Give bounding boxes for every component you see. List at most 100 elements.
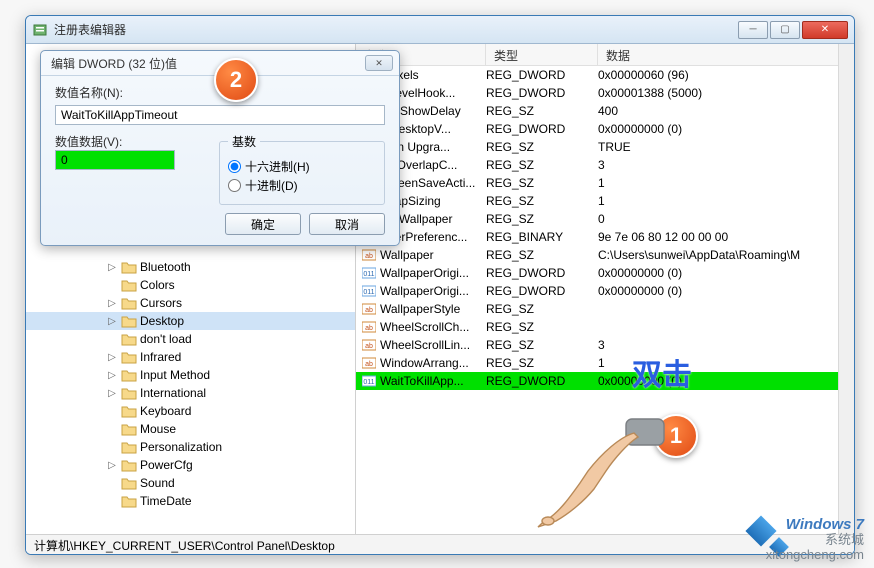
svg-text:ab: ab <box>365 253 373 260</box>
value-data: 0x00001388 (5000) <box>598 86 854 100</box>
titlebar: 注册表编辑器 ─ ▢ ✕ <box>26 16 854 44</box>
tree-item[interactable]: ▷Infrared <box>26 348 355 366</box>
tree-item[interactable]: Keyboard <box>26 402 355 420</box>
list-row[interactable]: 011UserPreferenc...REG_BINARY9e 7e 06 80… <box>356 228 854 246</box>
callout-badge-1: 1 <box>654 414 698 458</box>
list-row[interactable]: abWheelScrollLin...REG_SZ3 <box>356 336 854 354</box>
value-name: WallpaperOrigi... <box>380 266 486 280</box>
column-header-data[interactable]: 数据 <box>598 44 854 65</box>
value-type: REG_SZ <box>486 320 598 334</box>
minimize-button[interactable]: ─ <box>738 21 768 39</box>
dialog-close-button[interactable]: ✕ <box>365 55 393 71</box>
value-data-field[interactable]: 0 <box>55 150 175 170</box>
value-type: REG_SZ <box>486 302 598 316</box>
tree-toggle-icon[interactable]: ▷ <box>106 388 118 399</box>
list-row[interactable]: 011WaitToKillApp...REG_DWORD0x00000000 (… <box>356 372 854 390</box>
column-header-type[interactable]: 类型 <box>486 44 598 65</box>
svg-text:011: 011 <box>363 289 374 296</box>
ok-button[interactable]: 确定 <box>225 213 301 235</box>
folder-icon <box>121 494 137 508</box>
list-row[interactable]: abenuShowDelayREG_SZ400 <box>356 102 854 120</box>
value-type: REG_DWORD <box>486 374 598 388</box>
value-type: REG_DWORD <box>486 266 598 280</box>
list-body[interactable]: 011gPixelsREG_DWORD0x00000060 (96)011wLe… <box>356 66 854 534</box>
tree-item[interactable]: ▷ Bluetooth <box>26 258 355 276</box>
cancel-button[interactable]: 取消 <box>309 213 385 235</box>
string-value-icon: ab <box>362 338 376 352</box>
dec-radio-label[interactable]: 十进制(D) <box>228 177 376 194</box>
folder-icon <box>121 404 137 418</box>
value-data: 400 <box>598 104 854 118</box>
list-row[interactable]: 011wLevelHook...REG_DWORD0x00001388 (500… <box>356 84 854 102</box>
tree-item[interactable]: Personalization <box>26 438 355 456</box>
window-title: 注册表编辑器 <box>54 21 736 38</box>
tree-item[interactable]: Sound <box>26 474 355 492</box>
vertical-scrollbar[interactable] <box>838 44 854 534</box>
list-row[interactable]: abTileWallpaperREG_SZ0 <box>356 210 854 228</box>
value-type: REG_DWORD <box>486 68 598 82</box>
value-data: 0x00000000 (0) <box>598 122 854 136</box>
svg-text:011: 011 <box>363 379 374 386</box>
tree-toggle-icon[interactable]: ▷ <box>106 262 118 273</box>
list-row[interactable]: abWheelScrollCh...REG_SZ <box>356 318 854 336</box>
value-type: REG_SZ <box>486 212 598 226</box>
tree-item[interactable]: ▷ International <box>26 384 355 402</box>
value-data: 0x00000000 (0) <box>598 284 854 298</box>
value-type: REG_SZ <box>486 194 598 208</box>
tree-item[interactable]: don't load <box>26 330 355 348</box>
folder-icon <box>121 314 137 328</box>
hex-radio-label[interactable]: 十六进制(H) <box>228 158 376 175</box>
tree-toggle-icon[interactable]: ▷ <box>106 352 118 363</box>
dec-radio[interactable] <box>228 179 241 192</box>
numeric-value-icon: 011 <box>362 266 376 280</box>
tree-item[interactable]: ▷Desktop <box>26 312 355 330</box>
value-data: 9e 7e 06 80 12 00 00 00 <box>598 230 854 244</box>
hex-radio[interactable] <box>228 160 241 173</box>
list-row[interactable]: 011WallpaperOrigi...REG_DWORD0x00000000 … <box>356 282 854 300</box>
tree-item[interactable]: ▷Cursors <box>26 294 355 312</box>
folder-icon <box>121 350 137 364</box>
tree-toggle-icon[interactable]: ▷ <box>106 460 118 471</box>
list-row[interactable]: abttern Upgra...REG_SZTRUE <box>356 138 854 156</box>
tree-item-label: Mouse <box>140 422 176 436</box>
list-row[interactable]: 011ntDesktopV...REG_DWORD0x00000000 (0) <box>356 120 854 138</box>
tree-item-label: Bluetooth <box>140 260 191 274</box>
value-type: REG_SZ <box>486 176 598 190</box>
dec-radio-text: 十进制(D) <box>245 177 298 194</box>
value-type: REG_SZ <box>486 140 598 154</box>
list-row[interactable]: abScreenSaveActi...REG_SZ1 <box>356 174 854 192</box>
list-row[interactable]: abghtOverlapC...REG_SZ3 <box>356 156 854 174</box>
tree-toggle-icon[interactable]: ▷ <box>106 316 118 327</box>
tree-item-label: TimeDate <box>140 494 192 508</box>
list-row[interactable]: 011gPixelsREG_DWORD0x00000060 (96) <box>356 66 854 84</box>
tree-item-label: PowerCfg <box>140 458 193 472</box>
folder-icon <box>121 386 137 400</box>
tree-toggle-icon[interactable]: ▷ <box>106 298 118 309</box>
tree-item[interactable]: Colors <box>26 276 355 294</box>
close-button[interactable]: ✕ <box>802 21 848 39</box>
value-name-field[interactable]: WaitToKillAppTimeout <box>55 105 385 125</box>
tree-item[interactable]: TimeDate <box>26 492 355 510</box>
value-data: TRUE <box>598 140 854 154</box>
tree-item-label: Personalization <box>140 440 222 454</box>
value-data: 1 <box>598 356 854 370</box>
list-row[interactable]: 011WallpaperOrigi...REG_DWORD0x00000000 … <box>356 264 854 282</box>
list-row[interactable]: abWallpaperStyleREG_SZ <box>356 300 854 318</box>
tree-item[interactable]: ▷ PowerCfg <box>26 456 355 474</box>
base-legend: 基数 <box>228 133 260 150</box>
tree-toggle-icon[interactable]: ▷ <box>106 370 118 381</box>
string-value-icon: ab <box>362 320 376 334</box>
list-row[interactable]: abSnapSizingREG_SZ1 <box>356 192 854 210</box>
folder-icon <box>121 422 137 436</box>
tree-item[interactable]: ▷Input Method <box>26 366 355 384</box>
folder-icon <box>121 332 137 346</box>
maximize-button[interactable]: ▢ <box>770 21 800 39</box>
svg-text:ab: ab <box>365 361 373 368</box>
value-name: WindowArrang... <box>380 356 486 370</box>
list-row[interactable]: abWallpaperREG_SZC:\Users\sunwei\AppData… <box>356 246 854 264</box>
list-row[interactable]: abWindowArrang...REG_SZ1 <box>356 354 854 372</box>
value-name: Wallpaper <box>380 248 486 262</box>
callout-badge-2: 2 <box>214 58 258 102</box>
tree-item[interactable]: Mouse <box>26 420 355 438</box>
tree-item-label: International <box>140 386 206 400</box>
